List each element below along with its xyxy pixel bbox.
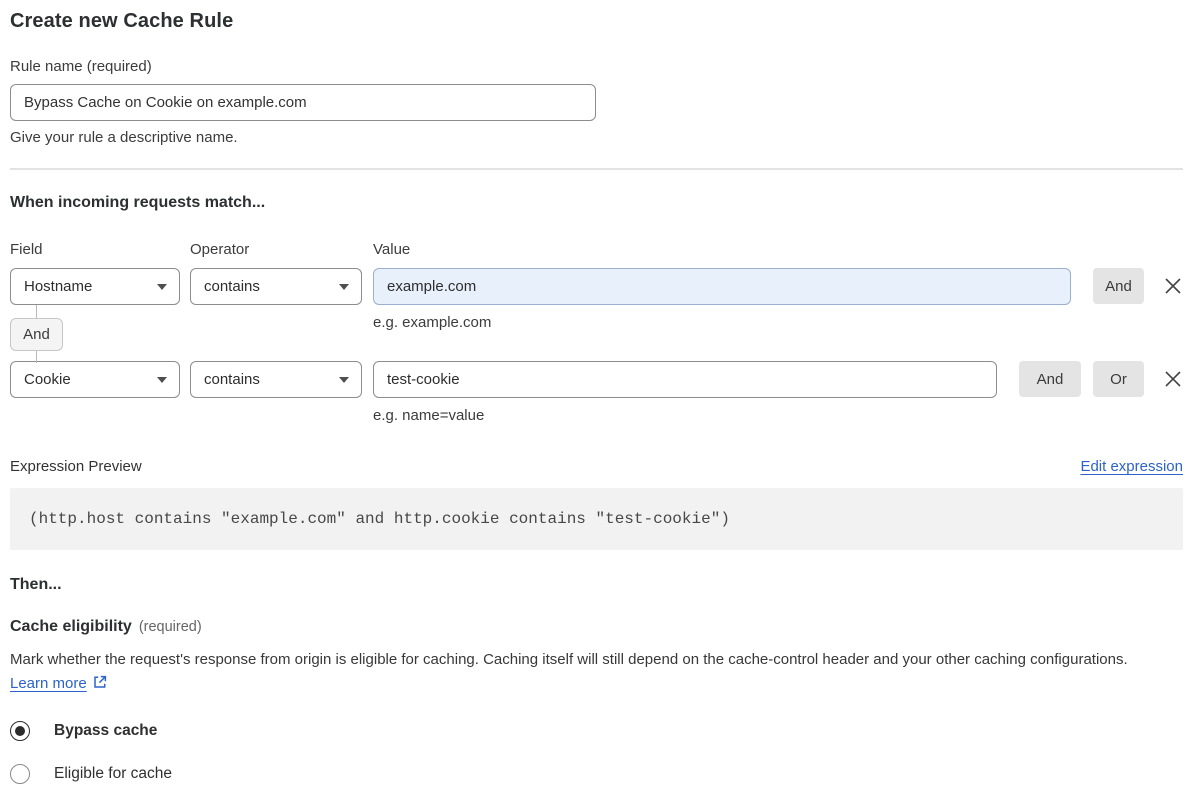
description-text: Mark whether the request's response from… (10, 651, 1128, 668)
value-input-1[interactable] (373, 268, 1071, 305)
field-column-label: Field (10, 241, 43, 258)
rule-name-label: Rule name (required) (10, 58, 152, 75)
radio-label-eligible-for-cache: Eligible for cache (54, 765, 173, 782)
value-input-2[interactable] (373, 361, 997, 398)
create-cache-rule-form: Create new Cache Rule Rule name (require… (10, 0, 1183, 784)
operator-select-2[interactable]: contains (190, 361, 362, 398)
condition-row-1: Hostname contains e.g. example.com And (10, 268, 1183, 331)
condition-connector: And (10, 305, 63, 363)
logic-buttons-1: And (1093, 268, 1144, 304)
connector-line-bottom (36, 351, 37, 363)
cache-eligibility-title: Cache eligibility (10, 618, 132, 635)
expression-header: Expression Preview Edit expression (10, 458, 1183, 475)
close-icon (1165, 371, 1181, 387)
then-heading: Then... (10, 576, 62, 593)
learn-more-link[interactable]: Learn more (10, 675, 87, 692)
radio-option-eligible-for-cache[interactable]: Eligible for cache (10, 764, 1183, 784)
chevron-down-icon (339, 283, 349, 290)
value-column-label: Value (373, 241, 411, 258)
radio-option-bypass-cache[interactable]: Bypass cache (10, 721, 1183, 741)
value-example-1: e.g. example.com (373, 314, 492, 331)
rule-name-input[interactable] (10, 84, 596, 121)
section-divider (10, 168, 1183, 170)
condition-row-2: Cookie contains e.g. name=value And Or (10, 361, 1183, 424)
connector-line-top (36, 305, 37, 318)
operator-select-1[interactable]: contains (190, 268, 362, 305)
expression-preview-box: (http.host contains "example.com" and ht… (10, 488, 1183, 550)
value-column-1: e.g. example.com (373, 268, 1071, 331)
cache-eligibility-heading: Cache eligibility (required) (10, 618, 1183, 636)
cache-eligibility-description: Mark whether the request's response from… (10, 648, 1170, 698)
radio-unselected-icon[interactable] (10, 764, 30, 784)
rule-name-help: Give your rule a descriptive name. (10, 129, 238, 146)
add-or-button-2[interactable]: Or (1093, 361, 1144, 397)
add-and-button-1[interactable]: And (1093, 268, 1144, 304)
required-label: (required) (138, 619, 202, 635)
condition-column-labels: Field Operator Value (10, 241, 1183, 258)
field-select-2[interactable]: Cookie (10, 361, 180, 398)
field-select-1-value: Hostname (24, 278, 93, 295)
remove-condition-button-2[interactable] (1163, 369, 1183, 392)
value-example-2: e.g. name=value (373, 407, 485, 424)
chevron-down-icon (157, 376, 167, 383)
edit-expression-link[interactable]: Edit expression (1080, 458, 1183, 475)
operator-select-2-value: contains (204, 371, 260, 388)
remove-condition-button-1[interactable] (1163, 276, 1183, 299)
chevron-down-icon (339, 376, 349, 383)
match-heading: When incoming requests match... (10, 194, 266, 211)
field-select-2-value: Cookie (24, 371, 71, 388)
expression-preview-label: Expression Preview (10, 458, 142, 475)
operator-select-1-value: contains (204, 278, 260, 295)
page-title: Create new Cache Rule (10, 10, 234, 32)
radio-selected-icon[interactable] (10, 721, 30, 741)
add-and-button-2[interactable]: And (1019, 361, 1081, 397)
chevron-down-icon (157, 283, 167, 290)
expression-code: (http.host contains "example.com" and ht… (29, 510, 730, 528)
value-column-2: e.g. name=value (373, 361, 997, 424)
field-select-1[interactable]: Hostname (10, 268, 180, 305)
radio-label-bypass-cache: Bypass cache (54, 722, 158, 739)
logic-buttons-2: And Or (1019, 361, 1144, 397)
external-link-icon (92, 674, 108, 698)
condition-rows: Hostname contains e.g. example.com And (10, 268, 1183, 424)
operator-column-label: Operator (190, 241, 250, 258)
connector-and-button[interactable]: And (10, 318, 63, 351)
close-icon (1165, 278, 1181, 294)
